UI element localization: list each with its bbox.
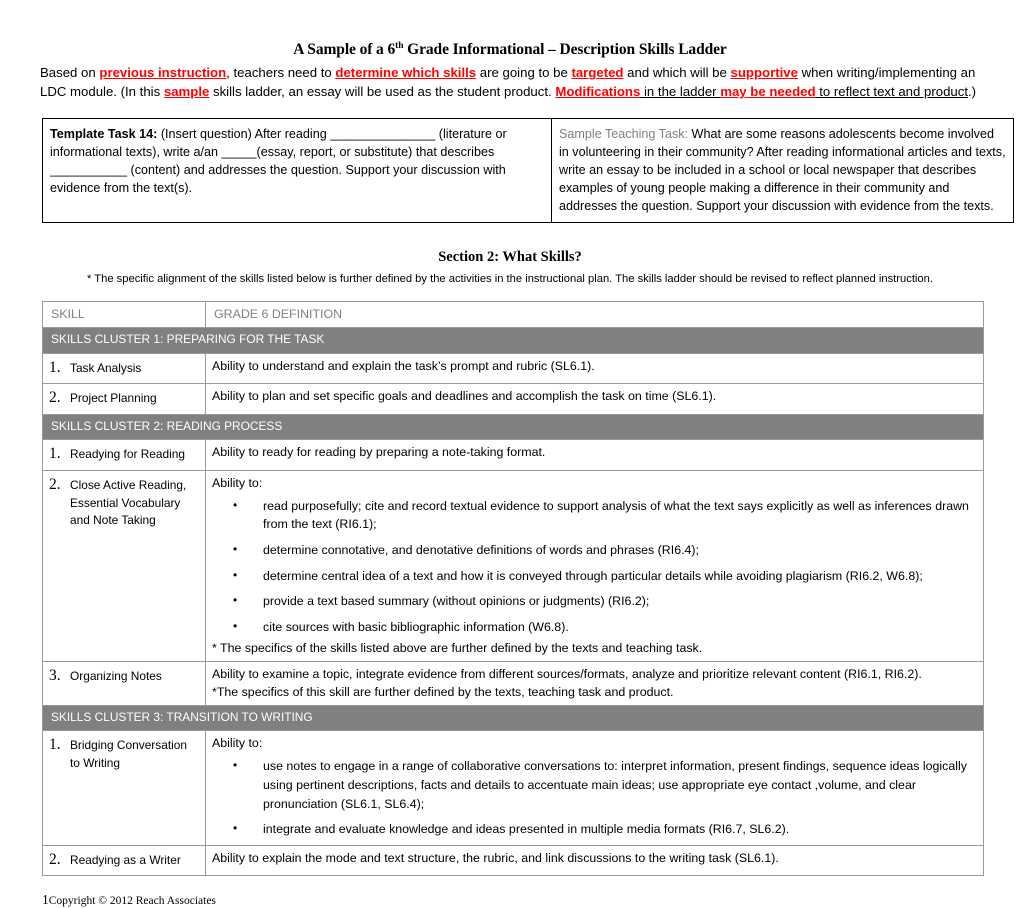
skill-number: 3. (49, 666, 61, 684)
skill-name: Readying for Reading (70, 447, 186, 462)
sample-teaching-task-cell: Sample Teaching Task: What are some reas… (551, 117, 1014, 224)
intro-highlight-modifications: Modifications (555, 84, 641, 100)
intro-text-3: are going to be (476, 65, 572, 81)
intro-highlight-targeted: targeted (571, 65, 624, 81)
table-row: 2. Readying as a Writer Ability to explain… (42, 844, 984, 877)
column-header-definition: GRADE 6 DEFINITION (205, 301, 984, 329)
skill-cell: 1. Bridging Conversation to Writing (42, 730, 206, 846)
sample-teaching-task-label: Sample Teaching Task: (559, 126, 689, 141)
table-row: 2. Close Active Reading, Essential Vocabu… (42, 469, 984, 662)
table-row: 1. Readying for Reading Ability to ready f… (42, 439, 984, 471)
skill-name: Bridging Conversation to Writing (70, 738, 187, 771)
intro-text-1: Based on (40, 65, 100, 81)
skills-cluster-header-3: SKILLS CLUSTER 3: TRANSITION TO WRITING (42, 704, 984, 732)
template-task-row: Template Task 14: (Insert question) Afte… (42, 117, 1014, 224)
intro-underline-to-reflect: to reflect text and product (815, 84, 969, 100)
skill-cell: 2. Project Planning (42, 383, 206, 415)
intro-text-7: .) (968, 84, 977, 100)
definition-cell: Ability to understand and explain the ta… (205, 352, 984, 385)
definition-cell: Ability to examine a topic, integrate ev… (205, 660, 984, 706)
definition-note: * The specifics of the skills listed abo… (212, 640, 703, 655)
definition-cell: Ability to plan and set specific goals a… (205, 383, 984, 415)
skill-cell: 1. Readying for Reading (42, 439, 206, 471)
skills-cluster-title: SKILLS CLUSTER 3: TRANSITION TO WRITING (42, 704, 984, 732)
skill-number: 2. (49, 850, 61, 868)
skill-number: 1. (49, 358, 61, 376)
definition-text: Ability to understand and explain the ta… (212, 358, 595, 373)
document-page: A Sample of a 6th Grade Informational – … (0, 0, 1020, 907)
definition-text: Ability to ready for reading by preparin… (212, 445, 546, 460)
table-row: 1. Bridging Conversation to Writing Abilit… (42, 730, 984, 846)
section-heading: Section 2: What Skills? (438, 249, 582, 266)
section-subheading: * The specific alignment of the skills l… (87, 273, 933, 286)
skill-name: Project Planning (70, 391, 157, 406)
list-item: cite sources with basic bibliographic in… (212, 617, 977, 637)
skills-table-header-row: SKILL GRADE 6 DEFINITION (42, 301, 984, 329)
template-task-cell: Template Task 14: (Insert question) Afte… (42, 117, 552, 224)
skill-name: Organizing Notes (70, 668, 162, 683)
definition-cell: Ability to: use notes to engage in a rang… (205, 730, 984, 846)
footer-copyright: Copyright © 2012 Reach Associates (48, 895, 216, 908)
intro-highlight-sample: sample (163, 84, 210, 100)
skills-cluster-header-1: SKILLS CLUSTER 1: PREPARING FOR THE TASK (42, 327, 984, 354)
definition-text: Ability to examine a topic, integrate ev… (212, 666, 922, 681)
skill-number: 1. (49, 736, 61, 754)
skill-name: Readying as a Writer (70, 852, 181, 867)
template-task-table: Template Task 14: (Insert question) Afte… (42, 117, 1014, 224)
footer-page-number: 1 (42, 892, 49, 908)
column-header-skill: SKILL (42, 301, 206, 329)
list-item: determine central idea of a text and how… (212, 566, 977, 586)
intro-highlight-may-be-needed: may be needed (720, 84, 816, 100)
intro-highlight-supportive: supportive (730, 65, 798, 81)
definition-note: *The specifics of this skill are further… (212, 684, 674, 699)
list-item: read purposefully; cite and record textu… (212, 496, 977, 534)
definition-cell: Ability to ready for reading by preparin… (205, 439, 984, 471)
skill-number: 1. (49, 445, 61, 463)
definition-text: Ability to explain the mode and text str… (212, 850, 779, 865)
definition-lead: Ability to: (212, 736, 263, 751)
skill-name: Close Active Reading, Essential Vocabula… (70, 477, 187, 528)
skill-cell: 2. Close Active Reading, Essential Vocabu… (42, 469, 206, 662)
table-row: 2. Project Planning Ability to plan and se… (42, 383, 984, 415)
skill-cell: 1. Task Analysis (42, 352, 206, 385)
page-title: A Sample of a 6th Grade Informational – … (40, 0, 980, 59)
definition-cell: Ability to: read purposefully; cite and r… (205, 469, 984, 662)
page-footer: 1Copyright © 2012 Reach Associates (42, 892, 980, 908)
skills-cluster-title: SKILLS CLUSTER 2: READING PROCESS (42, 413, 984, 441)
definition-bullet-list: read purposefully; cite and record textu… (212, 496, 977, 637)
skill-cell: 3. Organizing Notes (42, 660, 206, 706)
skill-number: 2. (49, 475, 61, 493)
definition-text: Ability to plan and set specific goals a… (212, 389, 717, 404)
intro-text-4: and which will be (623, 65, 731, 81)
skills-cluster-title: SKILLS CLUSTER 1: PREPARING FOR THE TASK (42, 327, 984, 354)
intro-text-2: , teachers need to (226, 65, 336, 81)
list-item: determine connotative, and denotative de… (212, 540, 977, 560)
skill-number: 2. (49, 389, 61, 407)
skill-cell: 2. Readying as a Writer (42, 844, 206, 877)
list-item: integrate and evaluate knowledge and ide… (212, 819, 977, 839)
page-title-post: Grade Informational – Description Skills… (403, 41, 727, 58)
definition-lead: Ability to: (212, 475, 263, 490)
intro-underline-in-the-ladder: in the ladder (640, 84, 721, 100)
page-title-pre: A Sample of a 6 (293, 41, 396, 58)
skill-name: Task Analysis (70, 360, 142, 375)
skills-ladder-table: SKILL GRADE 6 DEFINITION SKILLS CLUSTER 1:… (42, 301, 984, 877)
table-row: 1. Task Analysis Ability to understand and… (42, 352, 984, 385)
intro-text-6: skills ladder, an essay will be used as … (209, 84, 556, 100)
definition-cell: Ability to explain the mode and text str… (205, 844, 984, 877)
intro-highlight-determine-which-skills: determine which skills (335, 65, 477, 81)
table-row: 3. Organizing Notes Ability to examine a t… (42, 660, 984, 706)
intro-highlight-previous-instruction: previous instruction (99, 65, 227, 81)
skills-cluster-header-2: SKILLS CLUSTER 2: READING PROCESS (42, 413, 984, 441)
list-item: provide a text based summary (without op… (212, 591, 977, 611)
list-item: use notes to engage in a range of collab… (212, 756, 977, 813)
intro-paragraph: Based on previous instruction, teachers … (40, 64, 980, 101)
definition-bullet-list: use notes to engage in a range of collab… (212, 756, 977, 839)
template-task-label: Template Task 14: (50, 126, 158, 141)
